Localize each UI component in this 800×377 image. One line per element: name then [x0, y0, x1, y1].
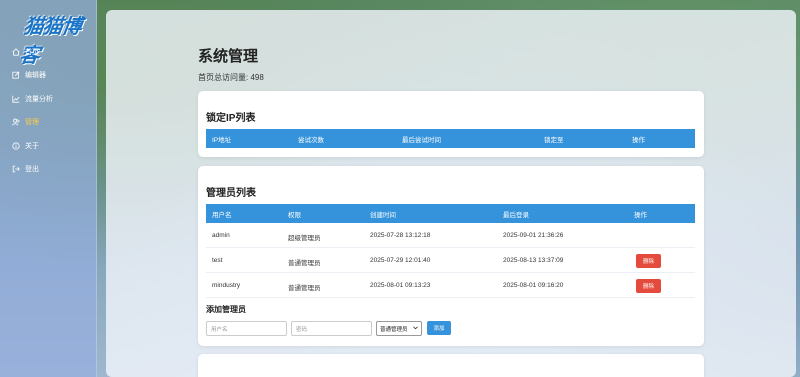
- column-header: 操作: [634, 211, 647, 219]
- delete-button[interactable]: 删除: [636, 254, 661, 268]
- admin-list-title: 管理员列表: [206, 188, 256, 199]
- users-icon: [11, 118, 20, 127]
- locked-ip-table-header: IP地址 尝试次数 最后尝试时间 锁定至 操作: [206, 129, 695, 148]
- chevron-down-icon: [413, 325, 418, 332]
- main-panel: 系统管理 首页总访问量: 498 锁定IP列表 IP地址 尝试次数 最后尝试时间…: [106, 10, 796, 377]
- sidebar-item-traffic[interactable]: 流量分析: [0, 87, 97, 111]
- table-row: test 普通管理员 2025-07-29 12:01:40 2025-08-1…: [206, 248, 695, 273]
- cell-username: admin: [212, 232, 230, 239]
- column-header: 最后尝试时间: [402, 136, 441, 144]
- cell-created: 2025-07-29 12:01:40: [370, 257, 431, 264]
- sidebar-item-label: 关于: [25, 142, 39, 150]
- sidebar-item-label: 首页: [25, 48, 39, 56]
- visit-count: 首页总访问量: 498: [198, 73, 264, 82]
- next-card: [198, 354, 704, 377]
- cell-role: 超级管理员: [288, 235, 321, 242]
- column-header: 最后登录: [503, 211, 529, 219]
- sidebar: 猫猫博客 首页 编辑器 流量分析 管理 关于 登出: [0, 0, 97, 377]
- sidebar-item-label: 登出: [25, 166, 39, 174]
- username-input[interactable]: 用户名: [206, 321, 287, 336]
- role-select-value: 普通管理员: [380, 326, 408, 333]
- column-header: 用户名: [212, 211, 232, 219]
- sidebar-nav: 首页 编辑器 流量分析 管理 关于 登出: [0, 40, 97, 181]
- info-icon: [11, 141, 20, 150]
- add-admin-button[interactable]: 添加: [427, 321, 451, 335]
- role-select[interactable]: 普通管理员: [376, 321, 422, 336]
- column-header: 创建时间: [370, 211, 396, 219]
- password-input[interactable]: 密码: [291, 321, 372, 336]
- sidebar-item-logout[interactable]: 登出: [0, 158, 97, 182]
- cell-created: 2025-07-28 13:12:18: [370, 232, 431, 239]
- sidebar-item-label: 管理: [25, 119, 39, 127]
- cell-last-login: 2025-08-13 13:37:09: [503, 257, 564, 264]
- delete-button[interactable]: 删除: [636, 279, 661, 293]
- table-row: mindustry 普通管理员 2025-08-01 09:13:23 2025…: [206, 273, 695, 298]
- chart-icon: [11, 94, 20, 103]
- locked-ip-title: 锁定IP列表: [206, 113, 256, 124]
- column-header: 尝试次数: [298, 136, 324, 144]
- logout-icon: [11, 165, 20, 174]
- column-header: IP地址: [212, 136, 232, 144]
- edit-icon: [11, 71, 20, 80]
- column-header: 操作: [632, 136, 645, 144]
- cell-username: test: [212, 257, 223, 264]
- cell-role: 普通管理员: [288, 260, 321, 267]
- cell-username: mindustry: [212, 282, 241, 289]
- admin-table-header: 用户名 权限 创建时间 最后登录 操作: [206, 204, 695, 223]
- add-admin-title: 添加管理员: [206, 305, 246, 314]
- cell-last-login: 2025-09-01 21:36:26: [503, 232, 564, 239]
- column-header: 锁定至: [544, 136, 564, 144]
- sidebar-item-manage[interactable]: 管理: [0, 111, 97, 135]
- locked-ip-card: 锁定IP列表 IP地址 尝试次数 最后尝试时间 锁定至 操作: [198, 91, 704, 157]
- sidebar-item-label: 编辑器: [25, 72, 46, 80]
- sidebar-item-editor[interactable]: 编辑器: [0, 64, 97, 88]
- column-header: 权限: [288, 211, 301, 219]
- cell-last-login: 2025-08-01 09:16:20: [503, 282, 564, 289]
- sidebar-item-home[interactable]: 首页: [0, 40, 97, 64]
- page-title: 系统管理: [198, 48, 259, 65]
- home-icon: [11, 47, 20, 56]
- sidebar-item-label: 流量分析: [25, 95, 53, 103]
- cell-role: 普通管理员: [288, 285, 321, 292]
- table-row: admin 超级管理员 2025-07-28 13:12:18 2025-09-…: [206, 223, 695, 248]
- cell-created: 2025-08-01 09:13:23: [370, 282, 431, 289]
- admin-list-card: 管理员列表 用户名 权限 创建时间 最后登录 操作 admin 超级管理员 20…: [198, 166, 704, 346]
- sidebar-item-about[interactable]: 关于: [0, 134, 97, 158]
